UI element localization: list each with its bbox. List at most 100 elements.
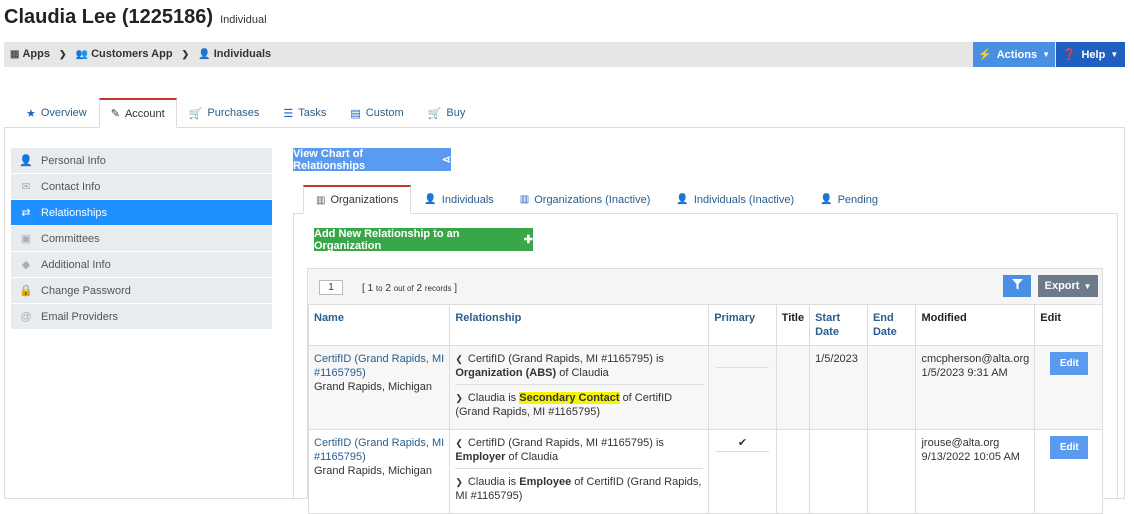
chevron-right-icon: ❯: [455, 393, 463, 403]
relationship-line: ❮ CertifID (Grand Rapids, MI #1165795) is…: [455, 352, 703, 384]
share-icon: ⋖: [441, 154, 451, 166]
chevron-left-icon: ❮: [455, 354, 463, 364]
actions-button[interactable]: ⚡ Actions ▼: [973, 42, 1055, 67]
tab-label: Tasks: [298, 107, 327, 119]
records-out-of: out of: [393, 284, 414, 293]
tab-buy[interactable]: 🛒 Buy: [416, 98, 478, 128]
filter-icon: [1011, 279, 1023, 293]
tab-tasks[interactable]: ☰ Tasks: [271, 98, 338, 128]
modified-at: 1/5/2023 9:31 AM: [921, 367, 1008, 379]
briefcase-icon: ▣: [20, 233, 32, 245]
sidebar-item-relationships[interactable]: ⇄ Relationships: [11, 200, 272, 226]
subtab-label: Organizations (Inactive): [534, 193, 651, 206]
records-start: 1: [367, 283, 374, 294]
breadcrumb: ▦ Apps ❯ 👥 Customers App ❯ 👤 Individuals: [10, 48, 271, 60]
sidebar-item-additional-info[interactable]: ◆ Additional Info: [11, 252, 272, 278]
add-relationship-button[interactable]: Add New Relationship to an Organization …: [314, 227, 533, 252]
column-header-name[interactable]: Name: [307, 304, 451, 346]
help-button[interactable]: ❓ Help ▼: [1056, 42, 1125, 67]
primary-cell: [708, 345, 777, 430]
question-icon: ❓: [1062, 49, 1077, 61]
organization-link[interactable]: CertifID (Grand Rapids, MI #1165795): [314, 437, 444, 463]
record-type-label: Individual: [220, 14, 267, 26]
relationship-cell: ❮ CertifID (Grand Rapids, MI #1165795) is…: [449, 345, 710, 430]
column-header-modified: Modified: [915, 304, 1036, 346]
edit-button[interactable]: Edit: [1050, 352, 1089, 375]
chevron-right-icon: ❯: [181, 49, 190, 59]
organization-link[interactable]: CertifID (Grand Rapids, MI #1165795): [314, 353, 444, 379]
primary-value: [716, 352, 769, 368]
column-header-label: Date: [815, 326, 839, 338]
column-header-end-date[interactable]: End Date: [866, 304, 917, 346]
column-header-title: Title: [775, 304, 811, 346]
tab-label: Custom: [365, 107, 404, 119]
tags-icon: ◆: [21, 259, 31, 271]
table-row: CertifID (Grand Rapids, MI #1165795) Gra…: [307, 429, 1103, 514]
subtab-label: Pending: [837, 193, 878, 206]
export-button[interactable]: Export ▼: [1038, 275, 1098, 297]
user-icon: 👤: [198, 49, 211, 60]
subtab-pending[interactable]: 👤 Pending: [807, 185, 891, 214]
sidebar-item-change-password[interactable]: 🔒 Change Password: [11, 278, 272, 304]
table-row: CertifID (Grand Rapids, MI #1165795) Gra…: [307, 345, 1103, 430]
main-tabs: ★ Overview ✎ Account 🛒 Purchases ☰ Tasks…: [14, 98, 477, 128]
column-header-start-date[interactable]: Start Date: [809, 304, 868, 346]
chevron-down-icon: ▼: [1042, 50, 1050, 59]
breadcrumb-bar: ▦ Apps ❯ 👥 Customers App ❯ 👤 Individuals: [4, 42, 1125, 67]
user-icon: 👤: [424, 194, 437, 205]
building-icon: ▥: [316, 194, 326, 206]
sidebar-item-label: Relationships: [41, 206, 108, 219]
tab-custom[interactable]: ▤ Custom: [338, 98, 415, 128]
filter-button[interactable]: [1003, 275, 1031, 297]
column-header-primary[interactable]: Primary: [708, 304, 777, 346]
tab-label: Buy: [446, 107, 466, 119]
modified-cell: jrouse@alta.org 9/13/2022 10:05 AM: [915, 429, 1036, 514]
start-date-cell: 1/5/2023: [809, 345, 868, 430]
sidebar-item-personal-info[interactable]: 👤 Personal Info: [11, 148, 272, 174]
add-relationship-label: Add New Relationship to an Organization: [314, 227, 460, 252]
relationship-text: Claudia is: [467, 392, 517, 404]
sidebar-item-contact-info[interactable]: ✉ Contact Info: [11, 174, 272, 200]
tab-account[interactable]: ✎ Account: [98, 98, 177, 128]
column-header-relationship[interactable]: Relationship: [449, 304, 710, 346]
file-icon: ▤: [350, 107, 361, 120]
start-date-cell: [809, 429, 868, 514]
actions-label: Actions: [996, 48, 1038, 61]
edit-icon: ✎: [110, 108, 120, 120]
subtab-label: Individuals: [441, 193, 494, 206]
chevron-right-icon: ❯: [59, 49, 67, 59]
column-header-edit: Edit: [1034, 304, 1103, 346]
subtab-label: Organizations: [330, 194, 399, 206]
breadcrumb-customers-app[interactable]: Customers App: [91, 48, 173, 60]
page-number-input[interactable]: 1: [319, 280, 343, 295]
tab-label: Overview: [40, 107, 87, 119]
breadcrumb-apps[interactable]: Apps: [22, 48, 50, 60]
subtab-individuals-inactive[interactable]: 👤 Individuals (Inactive): [663, 185, 807, 214]
end-date-cell: [866, 429, 917, 514]
sidebar-item-label: Change Password: [41, 284, 131, 297]
chevron-left-icon: ❮: [455, 438, 463, 448]
breadcrumb-individuals[interactable]: Individuals: [214, 48, 271, 60]
tab-overview[interactable]: ★ Overview: [14, 98, 99, 128]
name-cell: CertifID (Grand Rapids, MI #1165795) Gra…: [307, 345, 451, 430]
relationship-type: Organization (ABS): [455, 367, 557, 379]
sidebar-item-committees[interactable]: ▣ Committees: [11, 226, 272, 252]
view-chart-button[interactable]: View Chart of Relationships ⋖: [293, 148, 451, 172]
edit-button[interactable]: Edit: [1050, 436, 1089, 459]
tab-purchases[interactable]: 🛒 Purchases: [177, 98, 272, 128]
lock-icon: 🔒: [19, 285, 33, 297]
check-icon: ✔: [716, 436, 769, 452]
subtab-individuals[interactable]: 👤 Individuals: [411, 185, 506, 214]
edit-cell: Edit: [1034, 345, 1103, 430]
organization-location: Grand Rapids, Michigan: [314, 465, 433, 477]
sidebar-item-email-providers[interactable]: @ Email Providers: [11, 304, 272, 330]
sidebar-item-label: Additional Info: [41, 258, 111, 271]
subtab-organizations[interactable]: ▥ Organizations: [303, 185, 412, 214]
records-summary: [ 1 to 2 out of 2 records ]: [362, 283, 458, 294]
subtab-organizations-inactive[interactable]: ▥ Organizations (Inactive): [507, 185, 664, 214]
relationship-text: CertifID (Grand Rapids, MI #1165795) is: [467, 353, 664, 365]
name-cell: CertifID (Grand Rapids, MI #1165795) Gra…: [307, 429, 451, 514]
exchange-icon: ⇄: [21, 207, 31, 219]
export-label: Export: [1044, 280, 1080, 292]
relationships-table: Name Relationship Primary Title Start Dat…: [307, 304, 1103, 514]
